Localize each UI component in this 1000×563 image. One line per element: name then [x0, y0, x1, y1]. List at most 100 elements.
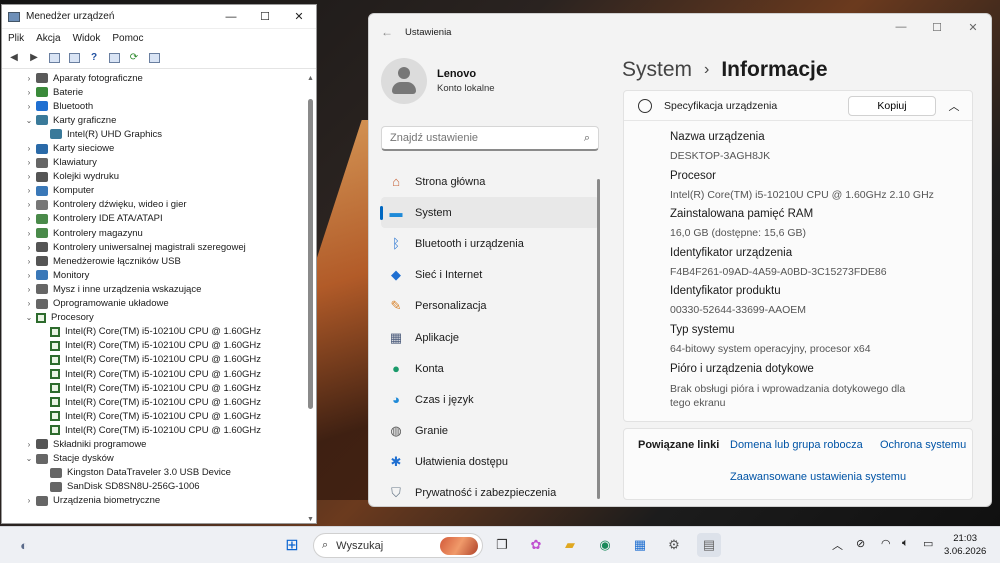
- tree-node[interactable]: Intel(R) Core(TM) i5-10210U CPU @ 1.60GH…: [2, 367, 302, 381]
- nav-item[interactable]: ● Konta: [381, 353, 599, 384]
- link-system-protection[interactable]: Ochrona systemu: [880, 439, 966, 451]
- tree-node[interactable]: ⌄ Karty graficzne: [2, 113, 302, 127]
- file-explorer-icon[interactable]: ▰: [558, 533, 582, 557]
- properties-icon[interactable]: [46, 51, 62, 65]
- start-icon[interactable]: ⊞: [280, 533, 304, 557]
- settings-search[interactable]: ⌕: [381, 126, 599, 151]
- tree-node[interactable]: › Oprogramowanie układowe: [2, 297, 302, 311]
- chevron-right-icon[interactable]: ›: [22, 74, 36, 83]
- breadcrumb-parent[interactable]: System: [622, 58, 692, 82]
- tree-scrollbar[interactable]: ▲ ▼: [304, 75, 316, 523]
- tree-node[interactable]: Intel(R) Core(TM) i5-10210U CPU @ 1.60GH…: [2, 339, 302, 353]
- scan-hardware-icon[interactable]: ⟳: [126, 51, 142, 65]
- close-button[interactable]: ✕: [955, 14, 991, 40]
- tree-node[interactable]: › Mysz i inne urządzenia wskazujące: [2, 282, 302, 296]
- tree-node[interactable]: SanDisk SD8SN8U-256G-1006: [2, 480, 302, 494]
- tree-node[interactable]: › Kontrolery uniwersalnej magistrali szer…: [2, 240, 302, 254]
- tree-node[interactable]: Intel(R) Core(TM) i5-10210U CPU @ 1.60GH…: [2, 423, 302, 437]
- list-icon[interactable]: [106, 51, 122, 65]
- tree-node[interactable]: › Karty sieciowe: [2, 141, 302, 155]
- minimize-button[interactable]: —: [214, 5, 248, 29]
- nav-item[interactable]: ◕ Czas i język: [381, 384, 599, 415]
- settings-icon[interactable]: ⚙: [662, 533, 686, 557]
- menu-akcja[interactable]: Akcja: [36, 33, 60, 44]
- tree-node[interactable]: › Urządzenia biometryczne: [2, 494, 302, 508]
- store-icon[interactable]: ▦: [628, 533, 652, 557]
- search-icon[interactable]: ⌕: [584, 132, 590, 145]
- nav-item[interactable]: ⌂ Strona główna: [381, 166, 599, 197]
- tree-node[interactable]: ⌄ Procesory: [2, 311, 302, 325]
- chevron-right-icon[interactable]: ›: [22, 229, 36, 238]
- nav-item[interactable]: ▦ Aplikacje: [381, 322, 599, 353]
- tree-node[interactable]: Intel(R) Core(TM) i5-10210U CPU @ 1.60GH…: [2, 395, 302, 409]
- chevron-right-icon[interactable]: ›: [22, 214, 36, 223]
- close-button[interactable]: ✕: [282, 5, 316, 29]
- tree-node[interactable]: › Aparaty fotograficzne: [2, 71, 302, 85]
- user-profile[interactable]: Lenovo Konto lokalne: [381, 58, 495, 104]
- tree-node[interactable]: › Kontrolery dźwięku, wideo i gier: [2, 198, 302, 212]
- wifi-icon[interactable]: ◠: [881, 537, 891, 550]
- menu-widok[interactable]: Widok: [73, 33, 101, 44]
- maximize-button[interactable]: ☐: [919, 14, 955, 40]
- tree-node[interactable]: Intel(R) UHD Graphics: [2, 127, 302, 141]
- nav-item[interactable]: ✱ Ułatwienia dostępu: [381, 447, 599, 478]
- clock[interactable]: 21:03 3.06.2026: [944, 532, 986, 558]
- tree-node[interactable]: › Menedżerowie łączników USB: [2, 254, 302, 268]
- volume-icon[interactable]: 🔈︎: [902, 537, 909, 550]
- edge-icon[interactable]: ◉: [593, 533, 617, 557]
- task-view-icon[interactable]: ❐: [490, 533, 514, 557]
- copy-button[interactable]: Kopiuj: [848, 95, 936, 116]
- nav-item[interactable]: ◍ Granie: [381, 416, 599, 447]
- scrollbar-thumb[interactable]: [308, 99, 313, 409]
- menu-pomoc[interactable]: Pomoc: [112, 33, 143, 44]
- tree-node[interactable]: › Baterie: [2, 85, 302, 99]
- chevron-up-icon[interactable]: ︿: [832, 537, 843, 553]
- chevron-right-icon[interactable]: ›: [22, 200, 36, 209]
- tree-node[interactable]: › Kontrolery IDE ATA/ATAPI: [2, 212, 302, 226]
- chevron-down-icon[interactable]: ⌄: [22, 116, 36, 125]
- tree-node[interactable]: › Bluetooth: [2, 99, 302, 113]
- view-icon[interactable]: [66, 51, 82, 65]
- chevron-right-icon[interactable]: ›: [22, 102, 36, 111]
- chevron-right-icon[interactable]: ›: [22, 243, 36, 252]
- chevron-right-icon[interactable]: ›: [22, 144, 36, 153]
- tree-node[interactable]: Intel(R) Core(TM) i5-10210U CPU @ 1.60GH…: [2, 353, 302, 367]
- nav-item[interactable]: ◆ Sieć i Internet: [381, 260, 599, 291]
- chevron-right-icon[interactable]: ›: [22, 257, 36, 266]
- back-arrow-icon[interactable]: ←: [369, 25, 405, 39]
- back-arrow-icon[interactable]: ◀: [6, 51, 22, 65]
- search-input[interactable]: [390, 132, 584, 144]
- chevron-right-icon[interactable]: ›: [22, 172, 36, 181]
- tree-node[interactable]: › Kontrolery magazynu: [2, 226, 302, 240]
- nav-item[interactable]: ✎ Personalizacja: [381, 291, 599, 322]
- chevron-down-icon[interactable]: ⌄: [22, 313, 36, 322]
- chevron-right-icon[interactable]: ›: [22, 88, 36, 97]
- scroll-up-icon[interactable]: ▲: [307, 75, 314, 82]
- chevron-right-icon[interactable]: ›: [22, 299, 36, 308]
- chevron-right-icon[interactable]: ›: [22, 440, 36, 449]
- nav-scrollbar[interactable]: [597, 179, 600, 499]
- tree-node[interactable]: Kingston DataTraveler 3.0 USB Device: [2, 466, 302, 480]
- tree-node[interactable]: Intel(R) Core(TM) i5-10210U CPU @ 1.60GH…: [2, 325, 302, 339]
- widgets-icon[interactable]: ◐: [12, 533, 36, 557]
- tree-node[interactable]: › Komputer: [2, 184, 302, 198]
- device-manager-taskbar-icon[interactable]: ▤: [697, 533, 721, 557]
- chevron-right-icon[interactable]: ›: [22, 186, 36, 195]
- chevron-down-icon[interactable]: ⌄: [22, 454, 36, 463]
- minimize-button[interactable]: —: [883, 14, 919, 40]
- chevron-right-icon[interactable]: ›: [22, 496, 36, 505]
- chevron-right-icon[interactable]: ›: [22, 158, 36, 167]
- chevron-right-icon[interactable]: ›: [22, 271, 36, 280]
- monitor-icon[interactable]: [146, 51, 162, 65]
- nav-item[interactable]: ⛉ Prywatność i zabezpieczenia: [381, 478, 599, 506]
- help-icon[interactable]: ?: [86, 51, 102, 65]
- link-domain-workgroup[interactable]: Domena lub grupa robocza: [730, 439, 863, 451]
- forward-arrow-icon[interactable]: ▶: [26, 51, 42, 65]
- tree-node[interactable]: › Monitory: [2, 268, 302, 282]
- copilot-icon[interactable]: ✿: [524, 533, 548, 557]
- tree-node[interactable]: Intel(R) Core(TM) i5-10210U CPU @ 1.60GH…: [2, 409, 302, 423]
- tree-node[interactable]: Intel(R) Core(TM) i5-10210U CPU @ 1.60GH…: [2, 381, 302, 395]
- maximize-button[interactable]: ☐: [248, 5, 282, 29]
- chevron-right-icon[interactable]: ›: [22, 285, 36, 294]
- menu-plik[interactable]: Plik: [8, 33, 24, 44]
